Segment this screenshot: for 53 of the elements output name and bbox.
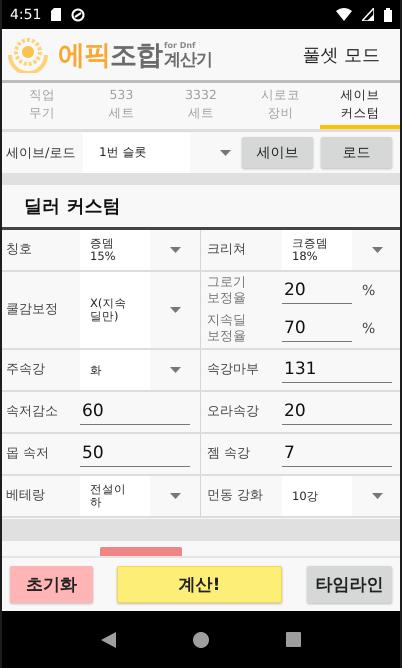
field-label: 쿨감보정	[5, 302, 59, 318]
dropdown-field[interactable]: 화	[80, 350, 150, 390]
field-label: 주속강	[5, 362, 46, 378]
field-label: 크리쳐	[206, 242, 247, 258]
field-label: 베테랑	[5, 488, 46, 504]
dropdown-arrow-icon	[170, 493, 181, 499]
gear-logo-icon	[8, 36, 48, 72]
input-field[interactable]: 20	[282, 399, 392, 425]
dropdown-arrow-icon	[372, 493, 383, 499]
home-icon[interactable]	[192, 632, 209, 648]
input-field[interactable]: 7	[282, 441, 392, 467]
save-button[interactable]: 세이브	[242, 137, 313, 168]
dropdown-field[interactable]: X(지속 딜만)	[80, 272, 150, 348]
dropdown-arrow-icon	[170, 247, 181, 253]
dropdown-arrow-icon	[170, 367, 181, 373]
percent-unit: %	[362, 321, 376, 337]
field-label: 속강마부	[206, 362, 260, 378]
signal-icon	[362, 8, 374, 21]
field-label: 몹 속저	[5, 446, 50, 462]
tab[interactable]: 세이브 커스텀	[320, 83, 400, 129]
field-label: 속저감소	[5, 404, 59, 420]
dropdown-field[interactable]: 크증뎀 18%	[282, 230, 352, 270]
field-label: 젬 속강	[206, 446, 252, 462]
reset-button[interactable]: 초기화	[10, 566, 93, 603]
back-icon[interactable]	[100, 632, 116, 648]
input-field[interactable]: 20	[282, 278, 352, 304]
mode-title: 풀셋 모드	[302, 44, 380, 66]
input-field[interactable]: 70	[282, 316, 352, 342]
field-label: 지속딜 보정율	[206, 313, 247, 345]
dropdown-arrow-icon	[170, 307, 181, 313]
field-label: 칭호	[5, 242, 33, 258]
dropdown-field[interactable]: 10강	[282, 476, 352, 516]
input-field[interactable]: 60	[80, 399, 190, 425]
input-field[interactable]: 50	[80, 441, 190, 467]
input-field[interactable]: 131	[282, 357, 392, 383]
timeline-button[interactable]: 타임라인	[307, 566, 392, 603]
field-label: 오라속강	[206, 404, 260, 420]
slot-dropdown[interactable]: 1번 슬롯	[83, 132, 190, 172]
dropdown-arrow-icon	[372, 247, 383, 253]
wifi-icon	[336, 8, 352, 21]
field-label: 먼동 강화	[206, 488, 264, 504]
save-load-label: 세이브/로드	[5, 144, 76, 162]
percent-unit: %	[362, 283, 376, 299]
field-label: 그로기 보정율	[206, 275, 247, 307]
dropdown-field[interactable]: 증뎀 15%	[80, 230, 150, 270]
battery-icon	[384, 8, 392, 22]
clock-time: 4:51	[10, 6, 42, 22]
recents-icon[interactable]	[286, 632, 302, 647]
dropdown-field[interactable]: 전설이 하	[80, 476, 150, 516]
calculate-button[interactable]: 계산!	[117, 566, 282, 603]
dropdown-arrow-icon	[220, 150, 232, 156]
load-button[interactable]: 로드	[320, 137, 392, 168]
sd-card-icon	[51, 8, 62, 21]
